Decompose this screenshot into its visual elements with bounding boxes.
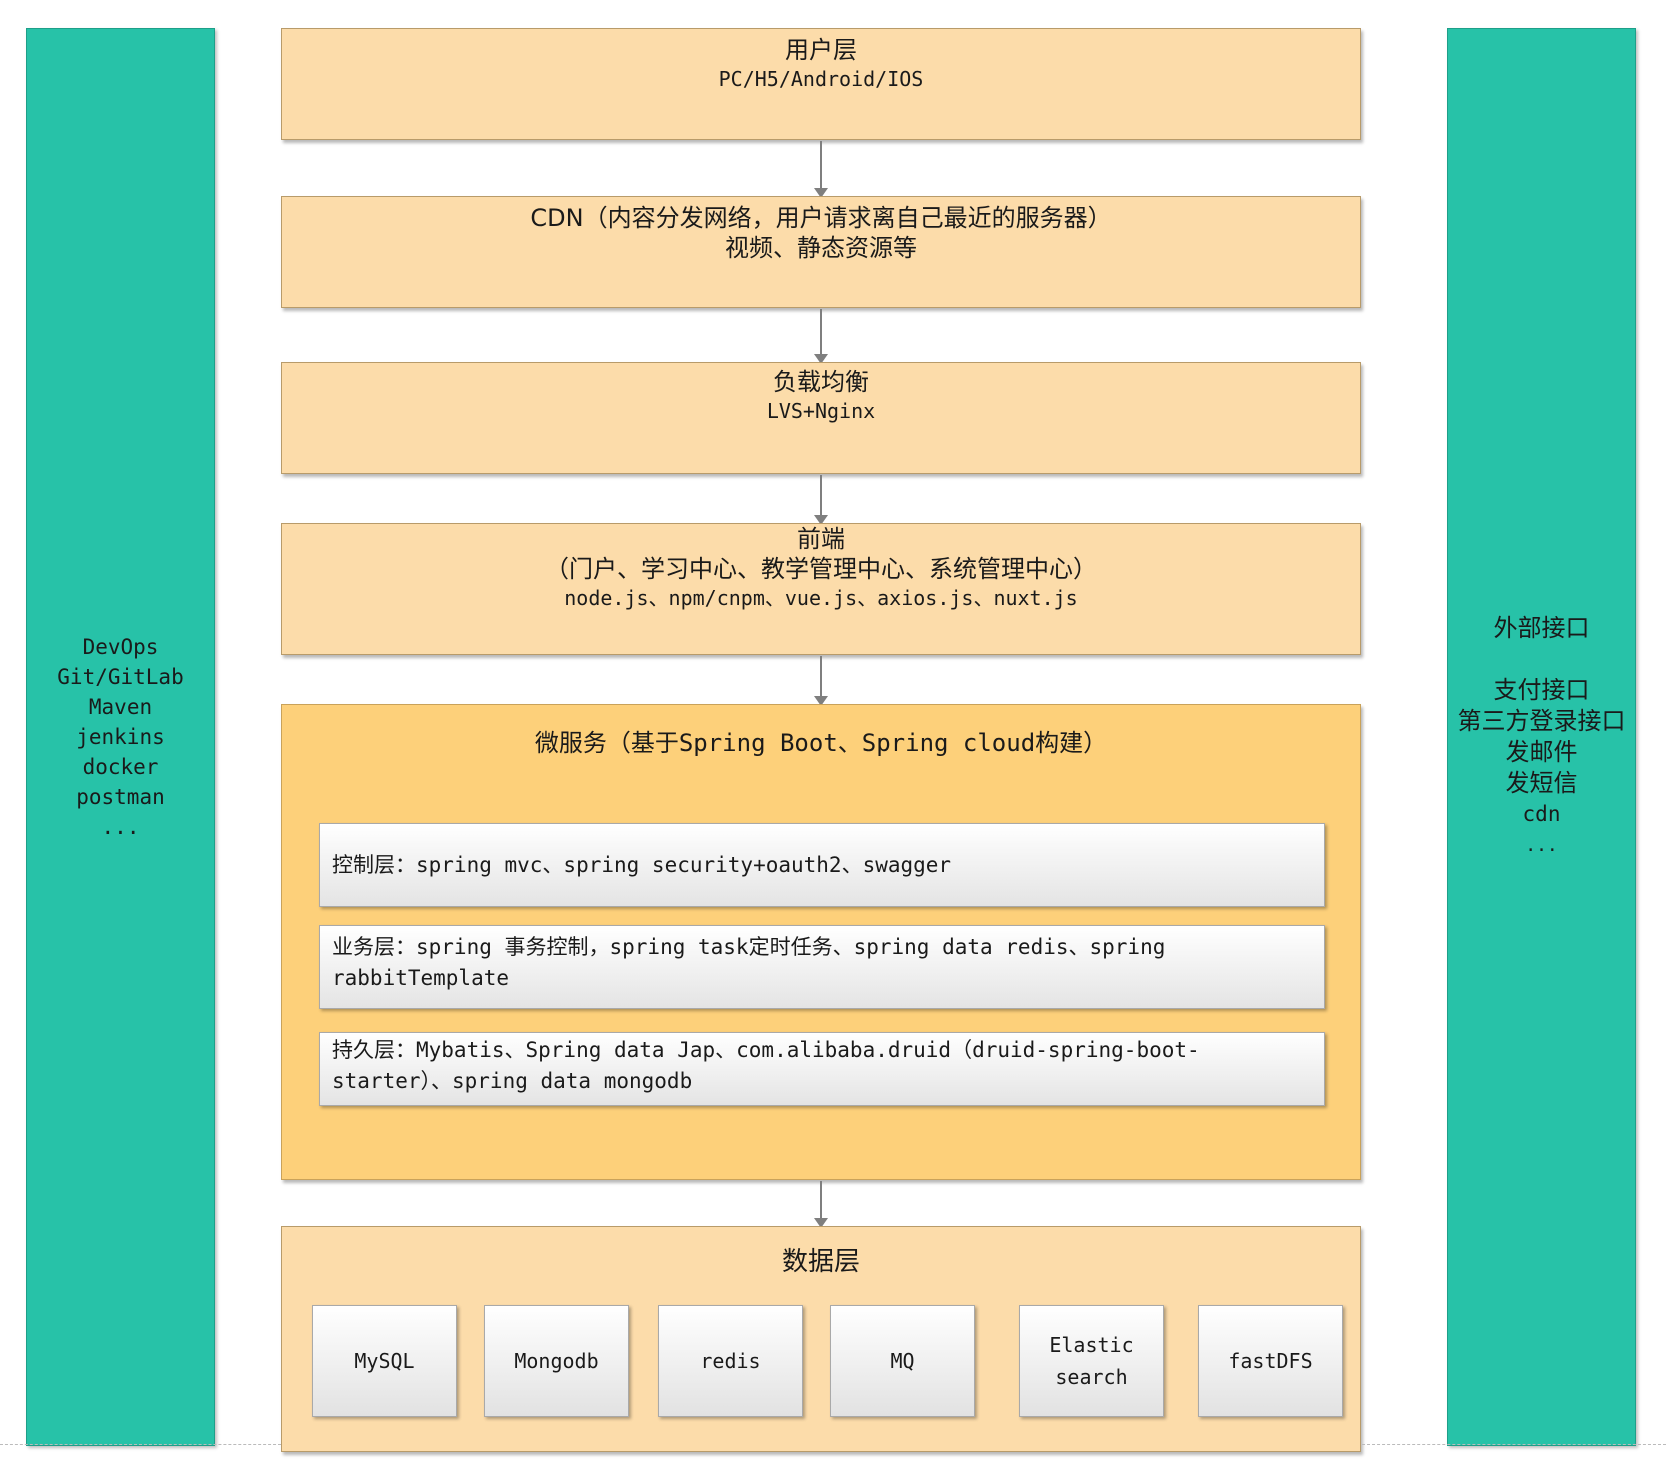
datastore-label: Elastic search (1049, 1333, 1134, 1389)
external-interface-item: 发短信 (1505, 769, 1578, 797)
devops-list: DevOps Git/GitLab Maven jenkins docker p… (57, 632, 183, 842)
data-layer-title: 数据层 (781, 1247, 860, 1277)
user-layer: 用户层 PC/H5/Android/IOS (281, 28, 1361, 140)
frontend-title: 前端 (797, 525, 845, 553)
arrow-micro-to-data (814, 1181, 828, 1228)
devops-item: jenkins (76, 725, 165, 749)
external-interface-item: 支付接口 (1493, 676, 1590, 704)
load-balance-title: 负载均衡 (773, 368, 869, 396)
devops-item: postman (76, 785, 165, 809)
datastore-label: fastDFS (1228, 1349, 1313, 1373)
spacer-line (1457, 644, 1627, 675)
external-interface-list: 外部接口 支付接口 第三方登录接口 发邮件 发短信 cdn ... (1457, 613, 1627, 861)
datastore-fastdfs: fastDFS (1198, 1305, 1343, 1417)
devops-item: Maven (88, 695, 153, 719)
frontend-layer: 前端 （门户、学习中心、教学管理中心、系统管理中心） node.js、npm/c… (281, 523, 1361, 655)
microservice-layer: 微服务（基于Spring Boot、Spring cloud构建） 控制层：sp… (281, 704, 1361, 1180)
external-interface-panel: 外部接口 支付接口 第三方登录接口 发邮件 发短信 cdn ... (1447, 28, 1636, 1446)
datastore-label: MySQL (354, 1349, 415, 1373)
business-layer: 业务层：spring 事务控制，spring task定时任务、spring d… (319, 925, 1325, 1009)
datastore-elasticsearch: Elastic search (1019, 1305, 1164, 1417)
cdn-layer-title: CDN（内容分发网络，用户请求离自己最近的服务器） (530, 204, 1112, 232)
devops-item: Git/GitLab (57, 665, 184, 689)
devops-item: DevOps (82, 635, 159, 659)
datastore-mq: MQ (830, 1305, 975, 1417)
control-layer-text: 控制层：spring mvc、spring security+oauth2、sw… (332, 852, 952, 877)
cdn-layer: CDN（内容分发网络，用户请求离自己最近的服务器） 视频、静态资源等 (281, 196, 1361, 308)
datastore-label: Mongodb (514, 1349, 599, 1373)
load-balance-layer: 负载均衡 LVS+Nginx (281, 362, 1361, 474)
control-layer: 控制层：spring mvc、spring security+oauth2、sw… (319, 823, 1325, 907)
datastore-redis: redis (658, 1305, 803, 1417)
frontend-modules: （门户、学习中心、教学管理中心、系统管理中心） (545, 555, 1097, 583)
devops-item: docker (82, 755, 159, 779)
external-interface-item: 第三方登录接口 (1457, 707, 1626, 735)
frontend-tech: node.js、npm/cnpm、vue.js、axios.js、nuxt.js (564, 586, 1078, 610)
load-balance-tech: LVS+Nginx (766, 399, 876, 423)
page-break-line (1362, 1444, 1666, 1445)
user-layer-title: 用户层 (785, 36, 857, 64)
user-layer-clients: PC/H5/Android/IOS (718, 67, 924, 91)
data-layer: 数据层 MySQL Mongodb redis MQ Elastic searc… (281, 1226, 1361, 1452)
arrow-user-to-cdn (814, 141, 828, 198)
microservice-title: 微服务（基于Spring Boot、Spring cloud构建） (534, 729, 1108, 757)
arrow-lb-to-frontend (814, 475, 828, 525)
arrow-frontend-to-micro (814, 656, 828, 706)
datastore-label: redis (700, 1349, 761, 1373)
datastore-mongodb: Mongodb (484, 1305, 629, 1417)
persistence-layer: 持久层：Mybatis、Spring data Jap、com.alibaba.… (319, 1032, 1325, 1106)
arrow-cdn-to-lb (814, 309, 828, 364)
datastore-label: MQ (890, 1349, 915, 1373)
cdn-layer-content: 视频、静态资源等 (725, 234, 917, 262)
external-interface-title: 外部接口 (1493, 614, 1590, 642)
page-break-line (0, 1444, 281, 1445)
devops-panel: DevOps Git/GitLab Maven jenkins docker p… (26, 28, 215, 1446)
datastore-mysql: MySQL (312, 1305, 457, 1417)
external-interface-item: cdn (1522, 802, 1561, 826)
external-interface-item: 发邮件 (1505, 738, 1578, 766)
external-interface-item: ... (1525, 835, 1558, 856)
business-layer-text: 业务层：spring 事务控制，spring task定时任务、spring d… (332, 935, 1166, 990)
persistence-layer-text: 持久层：Mybatis、Spring data Jap、com.alibaba.… (332, 1038, 1200, 1093)
devops-item: ... (101, 815, 140, 839)
